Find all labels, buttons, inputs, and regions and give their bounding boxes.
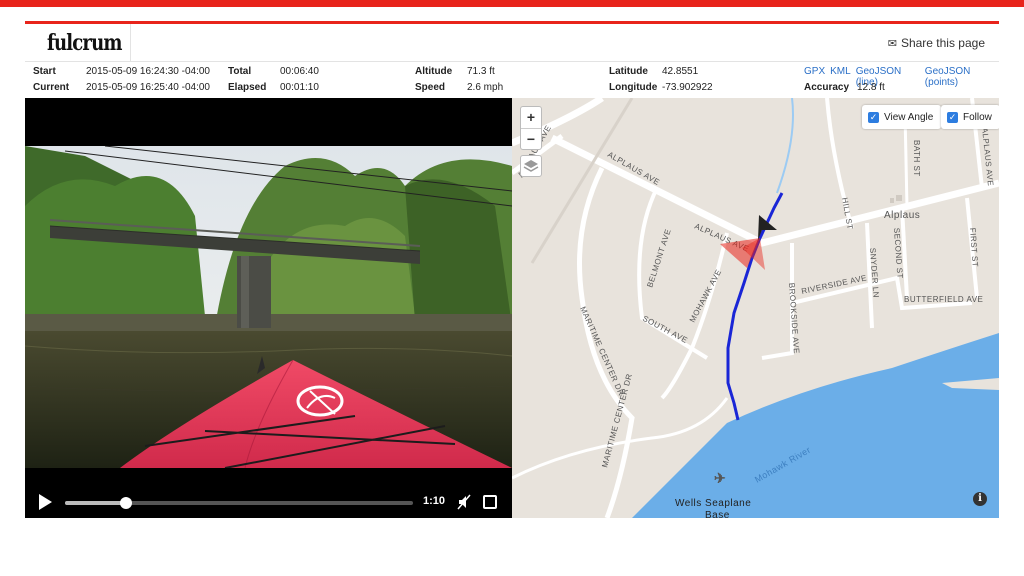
zoom-control: + − xyxy=(520,106,542,150)
current-value: 2015-05-09 16:25:40 -04:00 xyxy=(86,82,210,93)
latitude-value: 42.8551 xyxy=(662,66,699,77)
speed-label: Speed xyxy=(415,82,446,93)
map-label-base: Base xyxy=(705,510,730,518)
map-label-wells-seaplane: Wells Seaplane xyxy=(675,498,751,509)
altitude-value: 71.3 ft xyxy=(467,66,495,77)
start-label: Start xyxy=(33,66,56,77)
video-frame xyxy=(25,146,512,468)
layers-button[interactable] xyxy=(520,155,542,177)
kayak-scene-image xyxy=(25,146,512,468)
logo-box: fulcrum xyxy=(25,24,131,62)
stats-bar: Start 2015-05-09 16:24:30 -04:00 Current… xyxy=(25,62,999,98)
layers-icon xyxy=(523,160,539,172)
map-label-south-ave: SOUTH AVE xyxy=(641,314,689,345)
map-label-belmont-ave: BELMONT AVE xyxy=(645,228,672,289)
start-value: 2015-05-09 16:24:30 -04:00 xyxy=(86,66,210,77)
envelope-icon: ✉ xyxy=(887,37,897,50)
video-scrubber[interactable] xyxy=(65,497,413,509)
checkbox-icon: ✓ xyxy=(947,111,958,123)
airport-icon: ✈ xyxy=(714,470,726,486)
header: fulcrum ✉ Share this page xyxy=(25,24,999,62)
longitude-value: -73.902922 xyxy=(662,82,713,93)
latitude-label: Latitude xyxy=(609,66,648,77)
geojson-points-link[interactable]: GeoJSON (points) xyxy=(925,66,999,88)
play-button[interactable] xyxy=(39,494,52,510)
current-label: Current xyxy=(33,82,70,93)
logo[interactable]: fulcrum xyxy=(47,30,123,56)
share-button[interactable]: ✉ Share this page xyxy=(888,36,985,50)
checkbox-icon: ✓ xyxy=(868,111,879,123)
view-angle-label: View Angle xyxy=(884,111,934,123)
follow-label: Follow xyxy=(963,111,992,123)
map-label-first-st: FIRST ST xyxy=(968,228,980,268)
zoom-in-button[interactable]: + xyxy=(521,107,541,128)
map-label-alplaus: Alplaus xyxy=(884,210,920,221)
scrubber-handle[interactable] xyxy=(119,497,132,509)
info-button[interactable]: i xyxy=(973,492,987,506)
video-time: 1:10 xyxy=(423,495,446,507)
scrubber-progress xyxy=(65,501,126,505)
mute-icon[interactable] xyxy=(457,494,471,510)
follow-toggle[interactable]: ✓ Follow xyxy=(941,105,999,129)
zoom-out-button[interactable]: − xyxy=(521,128,541,149)
total-value: 00:06:40 xyxy=(280,66,319,77)
view-angle-toggle[interactable]: ✓ View Angle xyxy=(862,105,942,129)
accuracy-label: Accuracy xyxy=(804,82,850,93)
map-panel[interactable]: ALPLAUS AVE ALPLAUS AVE ALPLAUS AVE Alpl… xyxy=(512,98,999,518)
share-label: Share this page xyxy=(900,36,985,50)
map-label-butterfield-ave: BUTTERFIELD AVE xyxy=(904,295,983,304)
video-controls: 1:10 xyxy=(25,486,512,518)
longitude-label: Longitude xyxy=(609,82,658,93)
accuracy-value: 12.8 ft xyxy=(857,82,885,93)
speed-value: 2.6 mph xyxy=(467,82,504,93)
total-label: Total xyxy=(228,66,252,77)
elapsed-label: Elapsed xyxy=(228,82,267,93)
elapsed-value: 00:01:10 xyxy=(280,82,319,93)
map-label-brookside-ave: BROOKSIDE AVE xyxy=(787,283,801,355)
map-label-bath-st: BATH ST xyxy=(912,140,921,177)
map-canvas[interactable]: ALPLAUS AVE ALPLAUS AVE ALPLAUS AVE Alpl… xyxy=(512,98,999,518)
map-label-maritime-center-dr-1: MARITIME CENTER DR xyxy=(578,305,626,397)
top-accent-bar xyxy=(0,0,1024,7)
video-player[interactable]: 1:10 xyxy=(25,98,512,518)
fullscreen-icon[interactable] xyxy=(483,495,497,509)
altitude-label: Altitude xyxy=(415,66,453,77)
